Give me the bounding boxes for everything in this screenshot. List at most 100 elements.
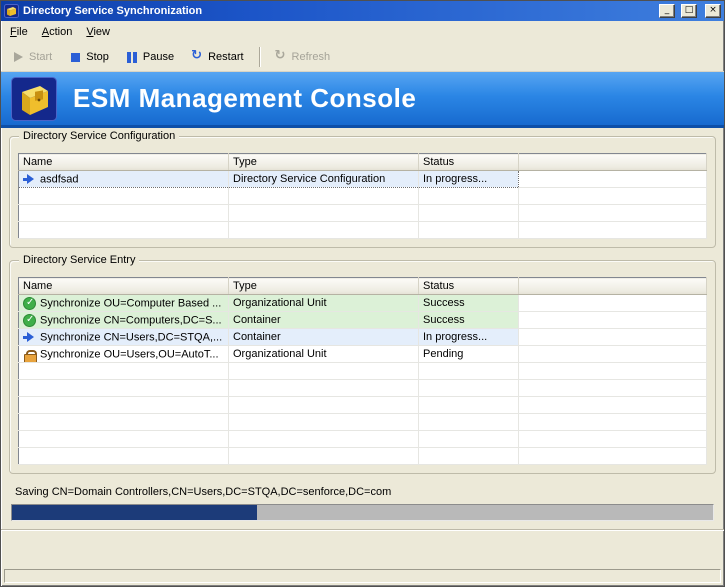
blank-cell [229,222,419,239]
empty-row [19,188,707,205]
column-header-name[interactable]: Name [19,278,229,295]
menu-item-file[interactable]: File [3,24,35,40]
entry-table: NameTypeStatusSynchronize OU=Computer Ba… [18,277,707,465]
play-icon [11,50,25,64]
minimize-button[interactable]: _ [659,4,675,18]
entry-row[interactable]: Synchronize CN=Users,DC=STQA,... Containe… [19,329,707,346]
success-icon [23,297,36,310]
name-cell: Synchronize CN=Users,DC=STQA,... [19,329,229,346]
blank-cell [519,346,707,363]
blank-cell [229,414,419,431]
progress-bar-fill [12,505,257,520]
entry-row[interactable]: Synchronize OU=Users,OU=AutoT...Organiza… [19,346,707,363]
blank-cell [519,431,707,448]
app-window: Directory Service Synchronization _ □ × … [0,0,725,587]
blank-cell [229,431,419,448]
blank-cell [519,414,707,431]
blank-cell [19,188,229,205]
empty-row [19,448,707,465]
arrow-icon [23,331,36,344]
window-title: Directory Service Synchronization [23,5,653,17]
menu-item-action[interactable]: Action [35,24,80,40]
banner: ESM Management Console [1,72,724,128]
window-icon [4,4,19,18]
column-header-type[interactable]: Type [229,278,419,295]
success-icon [23,314,36,327]
blank-cell [19,448,229,465]
toolbar-button-label: Stop [86,51,109,63]
column-header-blank[interactable] [519,154,707,171]
header-row: NameTypeStatus [19,154,707,171]
column-header-status[interactable]: Status [419,154,519,171]
entry-row[interactable]: Synchronize CN=Computers,DC=S... Containe… [19,312,707,329]
stop-button[interactable]: Stop [62,47,117,67]
title-bar[interactable]: Directory Service Synchronization _ □ × [1,1,724,21]
row-name-text: Synchronize OU=Computer Based ... [40,297,221,309]
pause-button[interactable]: Pause [119,47,182,67]
blank-cell [19,222,229,239]
blank-cell [419,188,519,205]
row-name-text: Synchronize CN=Users,DC=STQA,... [40,331,222,343]
toolbar-button-label: Restart [208,51,243,63]
blank-cell [229,205,419,222]
config-groupbox-label: Directory Service Configuration [19,130,179,142]
empty-row [19,363,707,380]
blank-cell [519,205,707,222]
blank-cell [19,414,229,431]
row-name-text: Synchronize CN=Computers,DC=S... [40,314,222,326]
status-cell: Success [419,312,519,329]
type-cell: Container [229,329,419,346]
header-row: NameTypeStatus [19,278,707,295]
blank-cell [19,205,229,222]
progress-bar [11,504,714,521]
blank-cell [19,380,229,397]
column-header-blank[interactable] [519,278,707,295]
restart-button[interactable]: Restart [184,47,251,67]
maximize-button[interactable]: □ [681,4,697,18]
empty-row [19,222,707,239]
menu-bar: FileActionView [1,21,724,42]
blank-cell [519,312,707,329]
blank-cell [519,380,707,397]
blank-cell [519,397,707,414]
blank-cell [229,448,419,465]
entry-row[interactable]: Synchronize OU=Computer Based ...Organiz… [19,295,707,312]
blank-cell [519,329,707,346]
column-header-type[interactable]: Type [229,154,419,171]
status-cell: Success [419,295,519,312]
empty-row [19,431,707,448]
type-cell: Container [229,312,419,329]
toolbar: Start Stop Pause Restart Refresh [1,42,724,72]
blank-cell [419,363,519,380]
toolbar-button-label: Refresh [292,51,331,63]
toolbar-button-label: Pause [143,51,174,63]
refresh-icon [274,50,288,64]
close-button[interactable]: × [705,4,721,18]
empty-row [19,397,707,414]
type-cell: Directory Service Configuration [229,171,419,188]
blank-cell [419,431,519,448]
menu-item-view[interactable]: View [79,24,117,40]
blank-cell [19,431,229,448]
name-cell: Synchronize CN=Computers,DC=S... [19,312,229,329]
status-cell: In progress... [419,329,519,346]
config-row[interactable]: asdfsadDirectory Service ConfigurationIn… [19,171,707,188]
blank-cell [19,363,229,380]
blank-cell [519,295,707,312]
config-table: NameTypeStatusasdfsadDirectory Service C… [18,153,707,239]
name-cell: Synchronize OU=Computer Based ... [19,295,229,312]
status-cell: In progress... [419,171,519,188]
column-header-name[interactable]: Name [19,154,229,171]
blank-cell [19,397,229,414]
blank-cell [519,171,707,188]
empty-row [19,414,707,431]
toolbar-button-label: Start [29,51,52,63]
entry-groupbox: Directory Service Entry NameTypeStatusSy… [9,260,716,474]
arrow-icon [23,173,36,186]
type-cell: Organizational Unit [229,346,419,363]
start-button: Start [5,47,60,67]
bottom-spacer [1,531,724,569]
column-header-status[interactable]: Status [419,278,519,295]
name-cell: asdfsad [19,171,229,188]
blank-cell [519,448,707,465]
